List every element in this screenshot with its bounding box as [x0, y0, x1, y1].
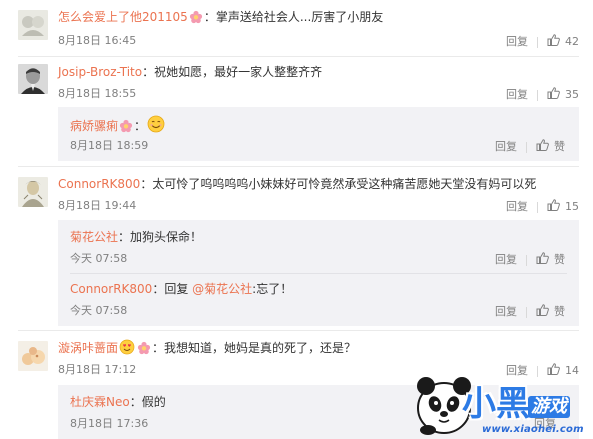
- comment-page: { "comments": [ { "username": "怎么会爱上了他20…: [0, 0, 593, 439]
- reply-prefix: ：回复: [152, 282, 193, 296]
- comment-text: ：掌声送给社会人...厉害了小朋友: [203, 10, 384, 24]
- reply-time: 8月18日 17:36: [70, 417, 149, 430]
- reply-text: ：假的: [129, 395, 166, 409]
- reply-time: 8月18日 18:59: [70, 139, 149, 152]
- thumbs-up-icon[interactable]: [547, 34, 560, 50]
- reply-actions: 回复 赞: [495, 304, 565, 320]
- comment-text: ：祝她如愿，最好一家人整整齐齐: [142, 65, 323, 79]
- mention-link[interactable]: @菊花公社: [192, 282, 252, 296]
- comment-actions: 回复 15: [506, 199, 579, 215]
- reply-text: ：: [134, 119, 147, 133]
- comment-item: Josip-Broz-Tito：祝她如愿，最好一家人整整齐齐 8月18日 18:…: [0, 57, 593, 167]
- reply-list: 菊花公社：加狗头保命！ 今天 07:58 回复 赞 ConnorRK800：回复…: [58, 220, 579, 326]
- thumbs-up-icon[interactable]: [536, 252, 549, 268]
- like-button[interactable]: 赞: [554, 140, 565, 154]
- reply-divider: [70, 273, 567, 274]
- reply-item: ConnorRK800：回复 @菊花公社:忘了！ 今天 07:58 回复 赞: [58, 280, 579, 324]
- reply-content: ConnorRK800：回复 @菊花公社:忘了！: [70, 280, 292, 298]
- watermark-site-url: www.xiaohei.com: [482, 424, 584, 435]
- comment-content: 漩涡咔蔷面 ：我想知道，她妈是真的死了，还是？: [58, 339, 356, 360]
- comment-time: 8月18日 16:45: [58, 34, 137, 47]
- thumbs-up-icon[interactable]: [547, 87, 560, 103]
- reply-button[interactable]: 回复: [506, 88, 528, 102]
- comment-text: ：我想知道，她妈是真的死了，还是？: [152, 341, 357, 355]
- comment-body: ConnorRK800：太可怜了呜呜呜呜小妹妹好可怜竟然承受这种痛苦愿她天堂没有…: [58, 175, 579, 215]
- reply-list: 病娇骡痢 ： 8月18日 18:59 回复 赞: [58, 107, 579, 161]
- reply-actions: 回复 赞: [495, 139, 565, 155]
- reply-button[interactable]: 回复: [495, 253, 517, 267]
- like-button[interactable]: 赞: [554, 305, 565, 319]
- comment-username[interactable]: Josip-Broz-Tito: [58, 65, 142, 79]
- comment-username[interactable]: ConnorRK800: [58, 177, 140, 191]
- reply-username[interactable]: 杜庆霖Neo: [70, 395, 130, 409]
- thumbs-up-icon[interactable]: [536, 139, 549, 155]
- smile-emoji-icon: [147, 115, 165, 138]
- avatar[interactable]: [18, 177, 48, 207]
- avatar[interactable]: [18, 64, 48, 94]
- reply-username[interactable]: 病娇骡痢: [70, 119, 118, 133]
- reply-item: 菊花公社：加狗头保命！ 今天 07:58 回复 赞: [58, 228, 579, 272]
- action-divider: [537, 201, 538, 213]
- action-divider: [526, 141, 527, 153]
- reply-actions: 回复 赞: [495, 252, 565, 268]
- comment-time: 8月18日 18:55: [58, 87, 137, 100]
- reply-time: 今天 07:58: [70, 252, 128, 265]
- comment-text: ：太可怜了呜呜呜呜小妹妹好可怜竟然承受这种痛苦愿她天堂没有妈可以死: [140, 177, 537, 191]
- comment-body: Josip-Broz-Tito：祝她如愿，最好一家人整整齐齐 8月18日 18:…: [58, 63, 579, 103]
- reply-button[interactable]: 回复: [495, 140, 517, 154]
- comment-actions: 回复 35: [506, 87, 579, 103]
- flower-badge-icon: [119, 119, 133, 138]
- reply-content: 菊花公社：加狗头保命！: [70, 228, 202, 246]
- action-divider: [537, 36, 538, 48]
- comment-username[interactable]: 漩涡咔蔷面: [58, 341, 118, 355]
- heart-eyes-emoji-icon: [119, 339, 135, 360]
- reply-item: 病娇骡痢 ： 8月18日 18:59 回复 赞: [58, 115, 579, 159]
- avatar[interactable]: [18, 341, 48, 371]
- like-count[interactable]: 42: [565, 35, 579, 49]
- reply-button[interactable]: 回复: [506, 200, 528, 214]
- comment-item: ConnorRK800：太可怜了呜呜呜呜小妹妹好可怜竟然承受这种痛苦愿她天堂没有…: [0, 167, 593, 330]
- reply-username[interactable]: ConnorRK800: [70, 282, 152, 296]
- comment-time: 8月18日 17:12: [58, 363, 137, 376]
- thumbs-up-icon[interactable]: [536, 304, 549, 320]
- avatar[interactable]: [18, 10, 48, 40]
- comment-content: Josip-Broz-Tito：祝她如愿，最好一家人整整齐齐: [58, 63, 322, 81]
- reply-button[interactable]: 回复: [506, 35, 528, 49]
- comment-username[interactable]: 怎么会爱上了他201105: [58, 10, 188, 24]
- action-divider: [526, 254, 527, 266]
- watermark-logo-text: 小黑: [462, 384, 530, 424]
- reply-time: 今天 07:58: [70, 304, 128, 317]
- flower-badge-icon: [137, 341, 151, 360]
- reply-content: 病娇骡痢 ：: [70, 115, 166, 138]
- like-count[interactable]: 35: [565, 88, 579, 102]
- watermark-logo-tag: 游戏: [528, 396, 570, 418]
- flower-badge-icon: [189, 10, 203, 29]
- comment-content: 怎么会爱上了他201105 ：掌声送给社会人...厉害了小朋友: [58, 8, 383, 29]
- comment-content: ConnorRK800：太可怜了呜呜呜呜小妹妹好可怜竟然承受这种痛苦愿她天堂没有…: [58, 175, 536, 193]
- reply-text: ：加狗头保命！: [118, 230, 203, 244]
- reply-button[interactable]: 回复: [495, 305, 517, 319]
- like-button[interactable]: 赞: [554, 253, 565, 267]
- comment-time: 8月18日 19:44: [58, 199, 137, 212]
- reply-content: 杜庆霖Neo：假的: [70, 393, 166, 411]
- reply-text: :忘了！: [252, 282, 293, 296]
- comment-item: 怎么会爱上了他201105 ：掌声送给社会人...厉害了小朋友 8月18日 16:…: [0, 0, 593, 58]
- like-count[interactable]: 15: [565, 200, 579, 214]
- thumbs-up-icon[interactable]: [547, 199, 560, 215]
- comment-actions: 回复 42: [506, 34, 579, 50]
- action-divider: [526, 306, 527, 318]
- reply-username[interactable]: 菊花公社: [70, 230, 118, 244]
- action-divider: [537, 89, 538, 101]
- comment-body: 怎么会爱上了他201105 ：掌声送给社会人...厉害了小朋友 8月18日 16:…: [58, 8, 579, 54]
